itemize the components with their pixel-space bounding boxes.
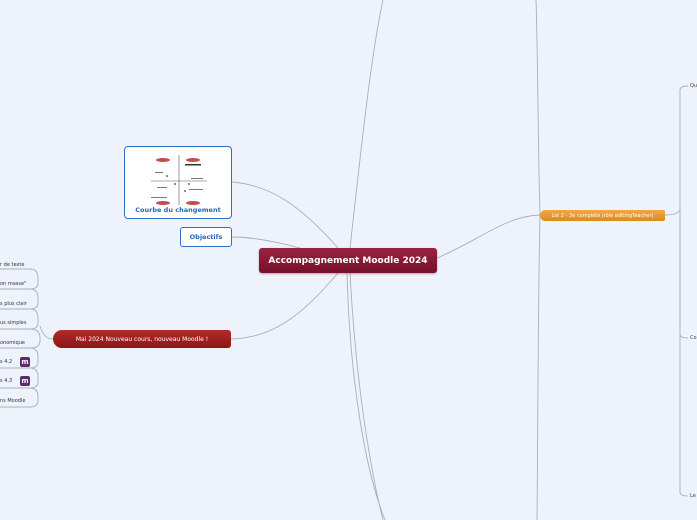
mai-2024-node[interactable]: Mai 2024 Nouveau cours, nouveau Moodle ! [53, 330, 231, 348]
leaf-item[interactable]: on masse" [0, 281, 26, 287]
connector-mai-leaves [39, 325, 54, 340]
central-topic[interactable]: Accompagnement Moodle 2024 [259, 248, 437, 273]
leaf-item[interactable]: r de texte [0, 262, 24, 268]
connector-right-branch [679, 85, 689, 210]
moodle-icon: m [20, 357, 30, 367]
connector-top [349, 0, 384, 249]
connector-right-branch-2 [679, 210, 689, 339]
leaf-item[interactable]: s plus clair [0, 301, 27, 307]
connector-lot-out [664, 209, 681, 216]
central-topic-label: Accompagnement Moodle 2024 [268, 255, 428, 266]
lot-2-label: Lot 2 - 3e complété (rôle editingTeacher… [551, 212, 654, 219]
moodle-icon: m [20, 376, 30, 386]
change-curve-node[interactable]: Courbe du changement [124, 146, 232, 219]
leaf-item[interactable]: onomique [0, 340, 25, 346]
mai-2024-label: Mai 2024 Nouveau cours, nouveau Moodle ! [75, 335, 209, 343]
connector-objectives [231, 236, 301, 249]
leaf-item[interactable]: s 4.3 [0, 378, 12, 384]
leaf-item[interactable]: s 4.2 [0, 359, 12, 365]
connector-mai [230, 272, 339, 340]
connector-right-branch-3 [679, 210, 689, 497]
objectives-node[interactable]: Objectifs [180, 227, 232, 247]
connector-spine-right [535, 0, 541, 216]
leaf-bracket-5 [0, 347, 39, 369]
connector-spine-right-lower [536, 214, 541, 520]
leaf-bracket-3 [0, 308, 39, 330]
leaf-item[interactable]: us simples [0, 320, 26, 326]
objectives-label: Objectifs [189, 233, 223, 241]
connector-lot [436, 214, 541, 259]
change-curve-caption: Courbe du changement [135, 206, 221, 214]
lot-2-node[interactable]: Lot 2 - 3e complété (rôle editingTeacher… [540, 210, 665, 221]
right-leaf-item[interactable]: Qu [690, 83, 697, 89]
right-leaf-item[interactable]: Co [690, 335, 697, 341]
right-leaf-item[interactable]: Le [690, 493, 696, 499]
leaf-item[interactable]: ns Moodle [0, 398, 25, 404]
connector-bottom-left [349, 272, 384, 520]
change-curve-thumbnail [151, 155, 207, 205]
